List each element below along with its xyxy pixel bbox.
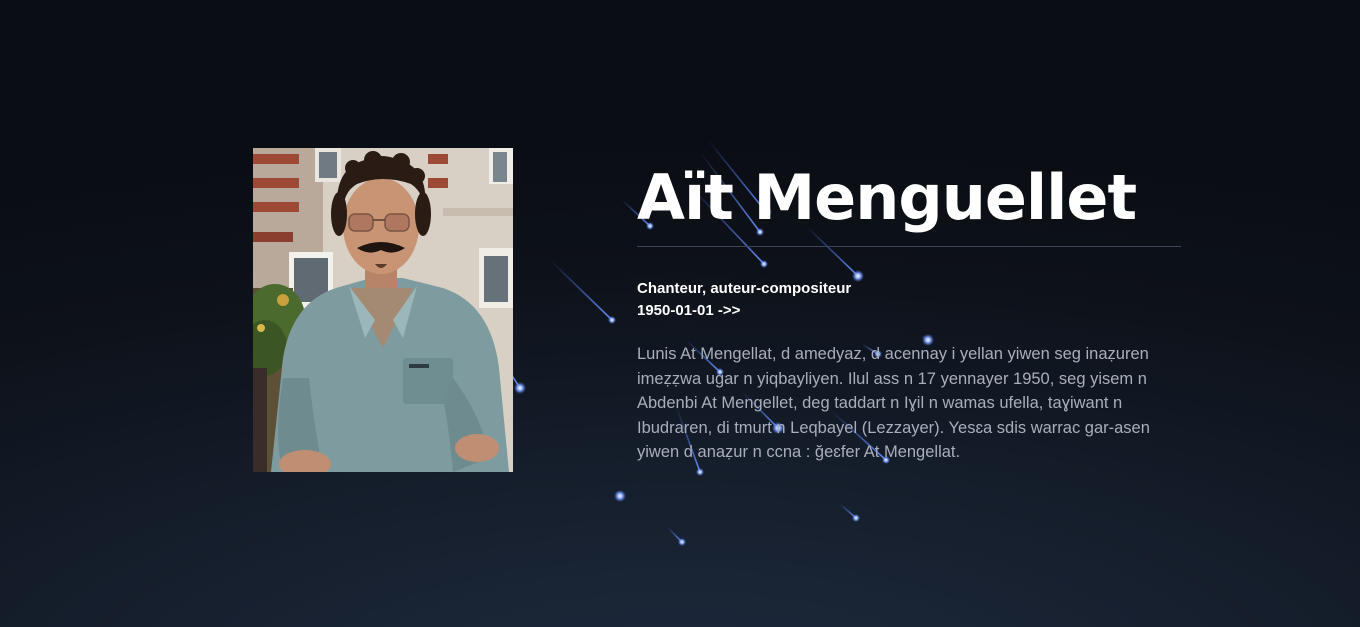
artist-dates: 1950-01-01 ->> [637,302,741,319]
meteor-sparkle [614,490,626,502]
artist-name: Aït Menguellet [637,161,1137,234]
meteor-streak [549,259,613,321]
meteor-sparkle [514,382,526,394]
meteor-streak [667,527,683,543]
meteor-sparkle [852,514,860,522]
artist-role: Chanteur, auteur-compositeur [637,280,852,297]
title-divider [637,246,1181,247]
artist-photo [253,148,513,472]
meteor-streak [839,503,857,519]
meteor-streak [615,491,621,497]
artist-info: Aït Menguellet Chanteur, auteur-composit… [637,158,1181,465]
meteor-sparkle [678,538,686,546]
meteor-sparkle [608,316,616,324]
meteor-sparkle [696,468,704,476]
artist-biography: Lunis At Mengellat, d amedyaz, d acennay… [637,345,1150,461]
